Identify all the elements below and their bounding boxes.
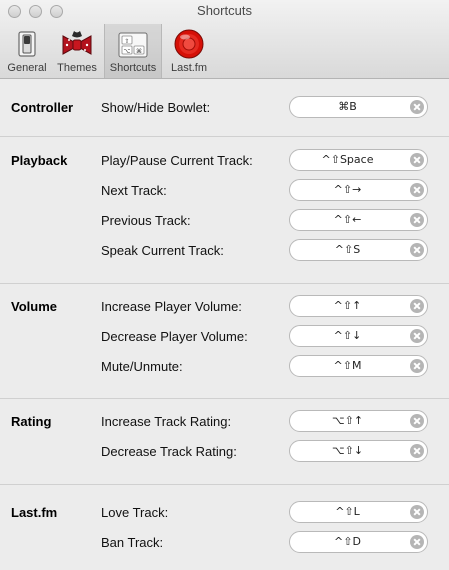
section-lastfm: Last.fm Love Track: ^⇧L Ban Track: ^⇧D	[0, 485, 449, 570]
preferences-window: Shortcuts General Themes ⇧ ⌥ ⌘ Shortcuts…	[0, 0, 449, 567]
shortcut-row-increase-volume: Increase Player Volume: ^⇧↑	[0, 295, 449, 319]
shortcut-label: Love Track:	[101, 505, 169, 520]
shortcut-row-decrease-volume: Decrease Player Volume: ^⇧↓	[0, 325, 449, 349]
toolbar-label: General	[7, 62, 47, 74]
shortcut-row-play-pause: Play/Pause Current Track: ^⇧Space	[0, 149, 449, 173]
shortcut-label: Decrease Track Rating:	[101, 444, 237, 459]
shortcut-label: Play/Pause Current Track:	[101, 153, 253, 168]
shortcut-keys: ⌥⇧↑	[331, 414, 364, 427]
section-controller: Controller Show/Hide Bowlet: ⌘B	[0, 79, 449, 137]
shortcut-keys: ^⇧Space	[321, 153, 374, 166]
shortcut-row-previous-track: Previous Track: ^⇧←	[0, 209, 449, 233]
shortcut-label: Previous Track:	[101, 213, 191, 228]
shortcut-recorder-field[interactable]: ⌥⇧↑	[289, 410, 428, 432]
shortcut-keys: ^⇧D	[334, 535, 361, 548]
shortcut-keys: ⌥⇧↓	[331, 444, 364, 457]
toolbar-general[interactable]: General	[4, 24, 50, 78]
shortcut-recorder-field[interactable]: ⌥⇧↓	[289, 440, 428, 462]
shortcut-label: Decrease Player Volume:	[101, 329, 248, 344]
shortcut-label: Speak Current Track:	[101, 243, 224, 258]
clear-shortcut-icon[interactable]	[410, 213, 424, 227]
shortcut-label: Increase Track Rating:	[101, 414, 232, 429]
shortcut-label: Increase Player Volume:	[101, 299, 242, 314]
shortcut-row-mute: Mute/Unmute: ^⇧M	[0, 355, 449, 379]
shortcut-keys: ^⇧M	[333, 359, 362, 372]
shortcut-recorder-field[interactable]: ^⇧↓	[289, 325, 428, 347]
clear-shortcut-icon[interactable]	[410, 505, 424, 519]
shortcut-label: Mute/Unmute:	[101, 359, 183, 374]
shortcuts-panel: Controller Show/Hide Bowlet: ⌘B Playback…	[0, 79, 449, 570]
window-title: Shortcuts	[197, 3, 252, 18]
clear-shortcut-icon[interactable]	[410, 299, 424, 313]
clear-shortcut-icon[interactable]	[410, 243, 424, 257]
shortcut-row-decrease-rating: Decrease Track Rating: ⌥⇧↓	[0, 440, 449, 464]
shortcut-recorder-field[interactable]: ^⇧S	[289, 239, 428, 261]
clear-shortcut-icon[interactable]	[410, 329, 424, 343]
toolbar-shortcuts[interactable]: ⇧ ⌥ ⌘ Shortcuts	[104, 24, 162, 78]
svg-text:⇧: ⇧	[124, 38, 129, 45]
keyboard-keys-icon: ⇧ ⌥ ⌘	[117, 28, 149, 60]
svg-text:⌥: ⌥	[124, 48, 131, 55]
shortcut-recorder-field[interactable]: ⌘B	[289, 96, 428, 118]
clear-shortcut-icon[interactable]	[410, 153, 424, 167]
shortcut-recorder-field[interactable]: ^⇧M	[289, 355, 428, 377]
clear-shortcut-icon[interactable]	[410, 359, 424, 373]
shortcut-keys: ^⇧→	[333, 183, 362, 196]
titlebar: Shortcuts General Themes ⇧ ⌥ ⌘ Shortcuts…	[0, 0, 449, 79]
shortcut-row-speak-track: Speak Current Track: ^⇧S	[0, 239, 449, 263]
shortcut-row-show-hide-bowlet: Show/Hide Bowlet: ⌘B	[0, 96, 449, 120]
shortcut-keys: ^⇧↓	[333, 329, 362, 342]
shortcut-recorder-field[interactable]: ^⇧Space	[289, 149, 428, 171]
clear-shortcut-icon[interactable]	[410, 414, 424, 428]
clear-shortcut-icon[interactable]	[410, 444, 424, 458]
svg-text:⌘: ⌘	[136, 48, 142, 55]
toolbar-themes[interactable]: Themes	[50, 24, 104, 78]
shortcut-row-increase-rating: Increase Track Rating: ⌥⇧↑	[0, 410, 449, 434]
clear-shortcut-icon[interactable]	[410, 535, 424, 549]
lastfm-record-icon	[173, 28, 205, 60]
section-rating: Rating Increase Track Rating: ⌥⇧↑ Decrea…	[0, 399, 449, 485]
section-playback: Playback Play/Pause Current Track: ^⇧Spa…	[0, 137, 449, 284]
shortcut-keys: ^⇧S	[334, 243, 361, 256]
bowtie-icon	[61, 28, 93, 60]
switch-icon	[11, 28, 43, 60]
clear-shortcut-icon[interactable]	[410, 100, 424, 114]
shortcut-row-next-track: Next Track: ^⇧→	[0, 179, 449, 203]
toolbar-label: Last.fm	[170, 62, 208, 74]
shortcut-recorder-field[interactable]: ^⇧←	[289, 209, 428, 231]
shortcut-keys: ^⇧←	[333, 213, 362, 226]
preferences-toolbar: General Themes ⇧ ⌥ ⌘ Shortcuts Last.fm	[0, 24, 216, 78]
shortcut-recorder-field[interactable]: ^⇧→	[289, 179, 428, 201]
shortcut-row-ban-track: Ban Track: ^⇧D	[0, 531, 449, 555]
toolbar-label: Themes	[57, 62, 97, 74]
shortcut-recorder-field[interactable]: ^⇧↑	[289, 295, 428, 317]
section-volume: Volume Increase Player Volume: ^⇧↑ Decre…	[0, 284, 449, 399]
shortcut-keys: ^⇧L	[335, 505, 360, 518]
shortcut-label: Ban Track:	[101, 535, 164, 550]
shortcut-recorder-field[interactable]: ^⇧D	[289, 531, 428, 553]
shortcut-recorder-field[interactable]: ^⇧L	[289, 501, 428, 523]
shortcut-keys: ⌘B	[338, 100, 357, 113]
shortcut-label: Next Track:	[101, 183, 167, 198]
toolbar-label: Shortcuts	[109, 62, 157, 74]
clear-shortcut-icon[interactable]	[410, 183, 424, 197]
shortcut-keys: ^⇧↑	[333, 299, 362, 312]
toolbar-lastfm[interactable]: Last.fm	[162, 24, 216, 78]
shortcut-row-love-track: Love Track: ^⇧L	[0, 501, 449, 525]
shortcut-label: Show/Hide Bowlet:	[101, 100, 211, 115]
